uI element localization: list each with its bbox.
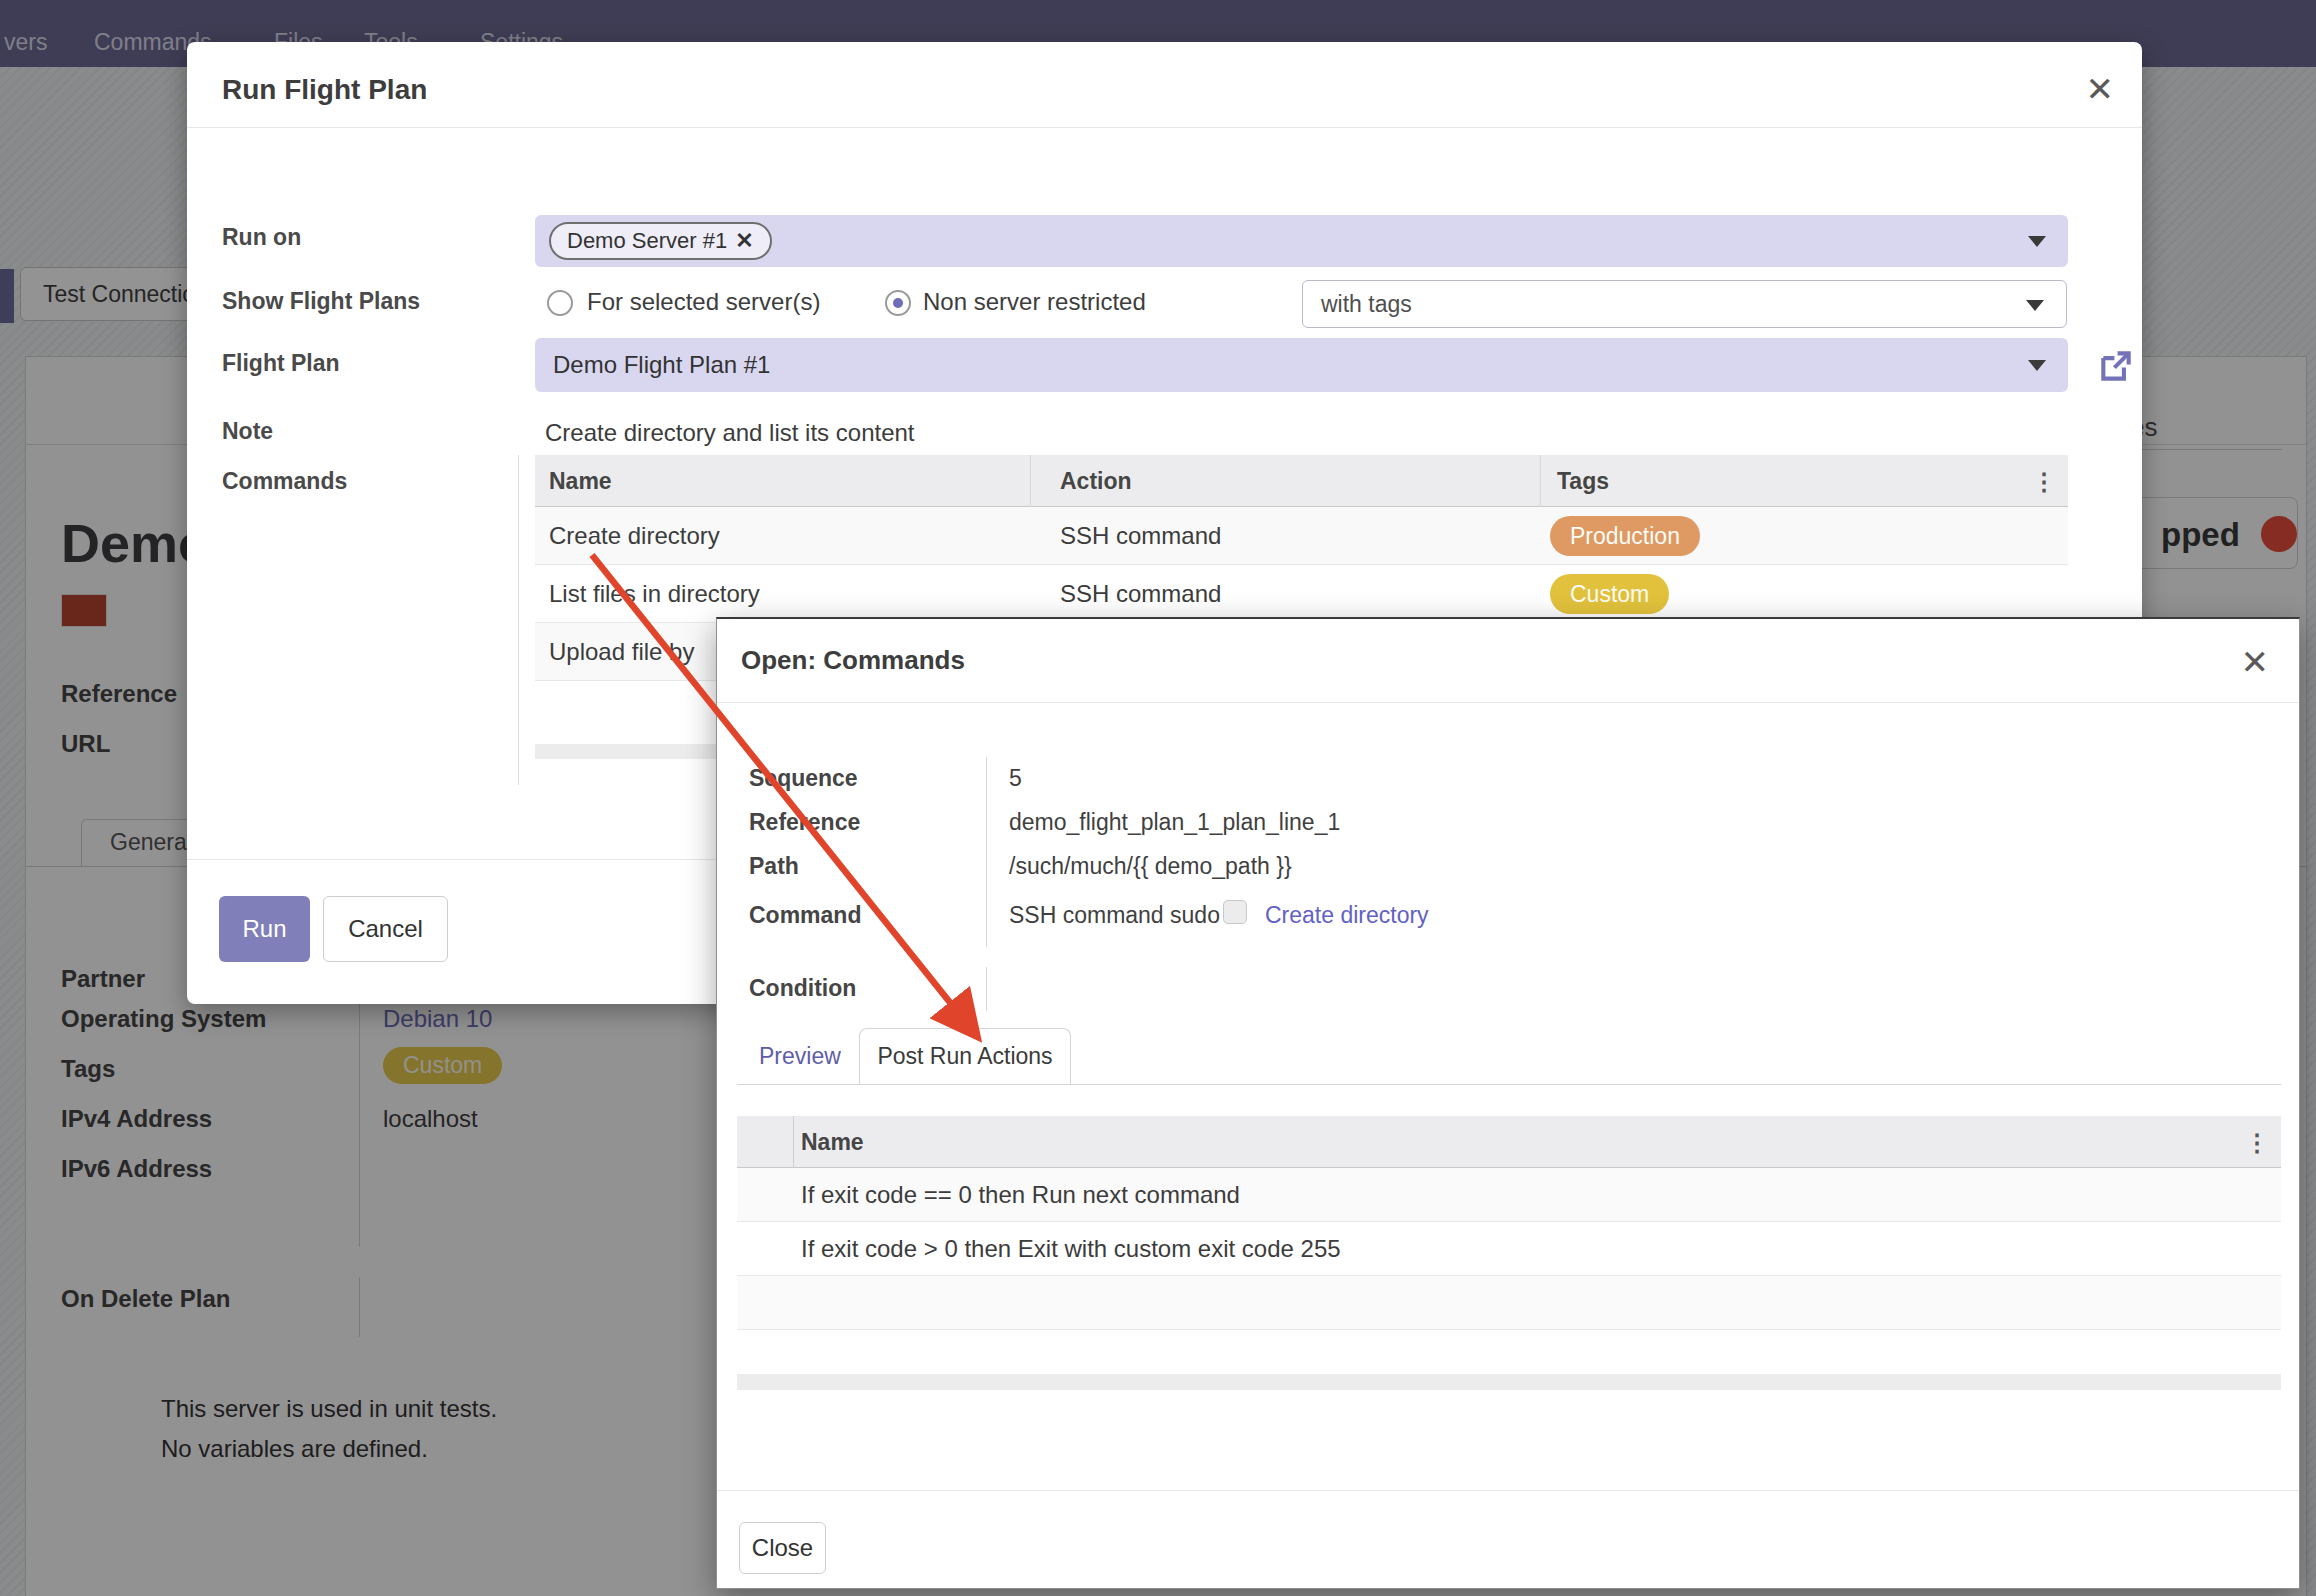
table-row[interactable]: If exit code == 0 then Run next command — [737, 1168, 2281, 1222]
table-row-empty — [737, 1276, 2281, 1330]
name-header[interactable]: Name — [549, 455, 612, 507]
label-value-divider — [986, 757, 987, 947]
dropdown-caret-icon — [2028, 236, 2046, 247]
command-label: Command — [749, 902, 861, 929]
header-divider — [717, 702, 2299, 703]
sequence-label: Sequence — [749, 765, 858, 792]
post-run-actions-table: Name ⋮ If exit code == 0 then Run next c… — [737, 1116, 2281, 1330]
non-server-restricted-label[interactable]: Non server restricted — [923, 288, 1146, 316]
run-button[interactable]: Run — [219, 896, 310, 962]
path-value: /such/much/{{ demo_path }} — [1009, 853, 1292, 880]
table-row[interactable]: List files in directory SSH command Cust… — [535, 565, 2068, 623]
action-header[interactable]: Action — [1060, 455, 1132, 507]
name-header[interactable]: Name — [801, 1116, 864, 1168]
path-label: Path — [749, 853, 799, 880]
cancel-button[interactable]: Cancel — [323, 896, 448, 962]
sequence-value: 5 — [1009, 765, 1022, 792]
close-button[interactable]: Close — [739, 1522, 826, 1574]
tab-preview[interactable]: Preview — [759, 1043, 841, 1070]
external-link-icon[interactable] — [2097, 347, 2135, 385]
reference-value: demo_flight_plan_1_plan_line_1 — [1009, 809, 1340, 836]
tags-header[interactable]: Tags — [1557, 455, 1609, 507]
footer-divider — [717, 1490, 2299, 1491]
flight-plan-select[interactable]: Demo Flight Plan #1 — [535, 338, 2068, 392]
modal-title: Run Flight Plan — [222, 74, 427, 106]
run-on-select[interactable]: Demo Server #1✕ — [535, 215, 2068, 267]
command-value: SSH command sudo — [1009, 902, 1220, 929]
open-commands-modal: Open: Commands ✕ Sequence 5 Reference de… — [716, 617, 2300, 1589]
flight-plan-label: Flight Plan — [222, 350, 340, 377]
reference-label: Reference — [749, 809, 860, 836]
plan-summary-text: Create directory and list its content — [545, 419, 915, 447]
column-options-icon[interactable]: ⋮ — [2032, 468, 2056, 496]
show-flight-plans-label: Show Flight Plans — [222, 288, 420, 315]
modal-title: Open: Commands — [741, 645, 965, 676]
header-divider — [187, 127, 2142, 128]
dropdown-caret-icon — [2028, 360, 2046, 371]
table-header-row: Name Action Tags ⋮ — [535, 455, 2068, 507]
label-column-divider — [518, 455, 519, 785]
close-icon[interactable]: ✕ — [2241, 645, 2270, 679]
tag-badge: Custom — [1550, 574, 1669, 614]
dropdown-caret-icon — [2026, 300, 2044, 311]
condition-label: Condition — [749, 975, 856, 1002]
remove-tag-icon[interactable]: ✕ — [735, 228, 753, 253]
close-icon[interactable]: ✕ — [2086, 72, 2115, 106]
sudo-checkbox[interactable] — [1223, 900, 1247, 924]
label-value-divider2 — [986, 967, 987, 1011]
tab-underline — [737, 1084, 2281, 1085]
with-tags-select[interactable]: with tags — [1302, 280, 2067, 328]
server-tag-pill[interactable]: Demo Server #1✕ — [549, 222, 772, 260]
commands-label: Commands — [222, 468, 347, 495]
table-header-row: Name ⋮ — [737, 1116, 2281, 1168]
for-selected-servers-label[interactable]: For selected server(s) — [587, 288, 820, 316]
table-scroll-strip — [737, 1374, 2281, 1390]
column-options-icon[interactable]: ⋮ — [2245, 1129, 2269, 1157]
note-label: Note — [222, 418, 273, 445]
tab-post-run-actions[interactable]: Post Run Actions — [859, 1028, 1071, 1084]
run-on-label: Run on — [222, 224, 301, 251]
non-server-restricted-radio[interactable] — [885, 290, 911, 316]
create-directory-link[interactable]: Create directory — [1265, 902, 1429, 929]
tag-badge: Production — [1550, 516, 1700, 556]
for-selected-servers-radio[interactable] — [547, 290, 573, 316]
table-row[interactable]: If exit code > 0 then Exit with custom e… — [737, 1222, 2281, 1276]
table-row[interactable]: Create directory SSH command Production — [535, 507, 2068, 565]
